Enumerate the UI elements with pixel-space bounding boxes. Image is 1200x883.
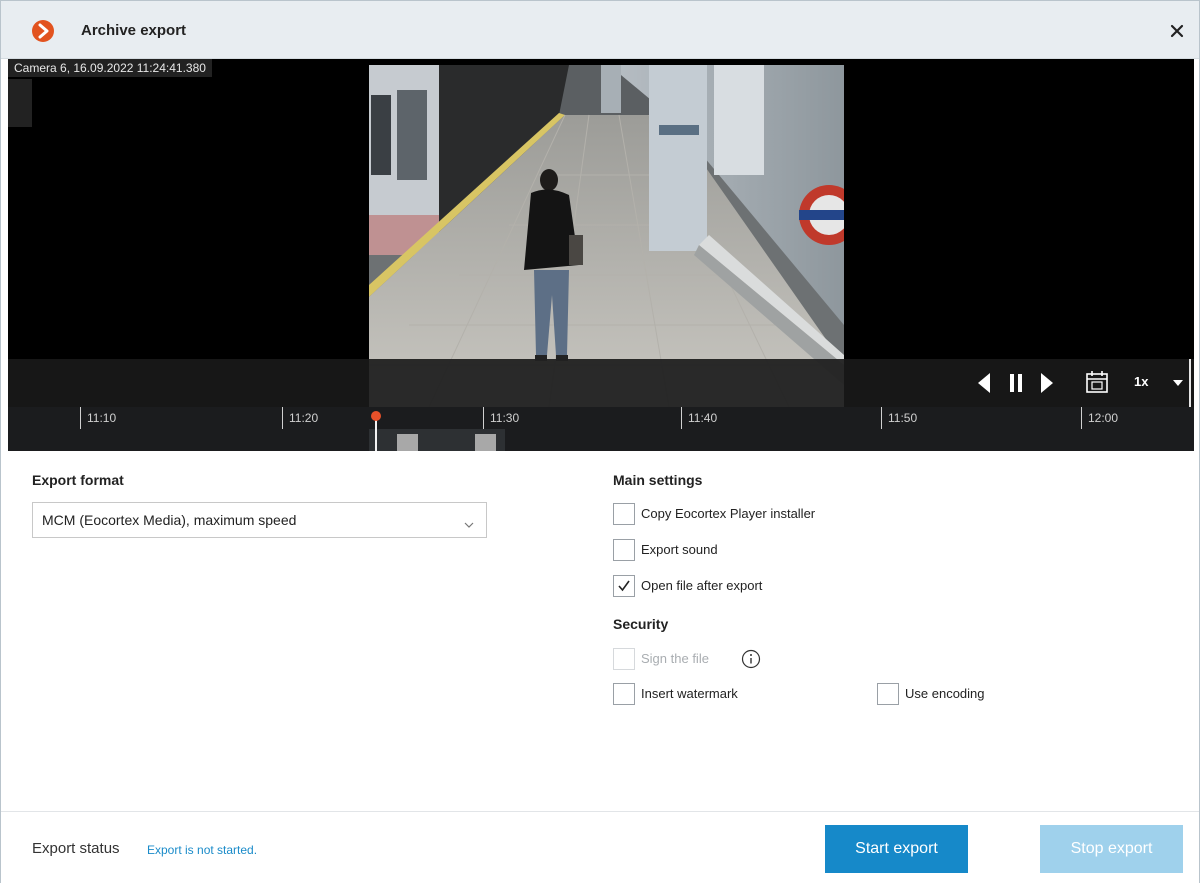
recording-block [397,434,418,451]
security-heading: Security [613,616,669,632]
export-format-value: MCM (Eocortex Media), maximum speed [42,512,297,528]
timeline-tick: 11:20 [282,407,318,429]
title-bar: Archive export [1,1,1199,59]
chevron-down-icon[interactable] [1171,376,1185,388]
export-format-heading: Export format [32,472,124,488]
checkbox-label: Export sound [641,542,718,557]
step-forward-icon[interactable] [1039,371,1055,395]
checkbox-label: Sign the file [641,651,709,666]
camera-label: Camera 6, 16.09.2022 11:24:41.380 [8,59,212,77]
timeline-tick: 11:50 [881,407,917,429]
pause-icon[interactable] [1006,371,1026,395]
insert-watermark-checkbox[interactable] [613,683,635,705]
video-player[interactable]: Camera 6, 16.09.2022 11:24:41.380 1x 11:… [8,59,1194,451]
export-sound-option[interactable]: Export sound [613,539,763,561]
stop-export-button: Stop export [1040,825,1183,873]
open-file-after-export-option[interactable]: Open file after export [613,575,813,597]
timeline-tick: 11:30 [483,407,519,429]
timeline[interactable]: 11:10 11:20 11:30 11:40 11:50 12:00 [8,407,1194,451]
checkbox-label: Insert watermark [641,686,738,701]
timeline-tick: 11:10 [80,407,116,429]
timeline-tick: 12:00 [1081,407,1118,429]
close-icon[interactable] [1165,19,1189,43]
footer: Export status Export is not started. Sta… [1,811,1199,883]
camera-frame [369,65,844,407]
use-encoding-checkbox[interactable] [877,683,899,705]
calendar-icon[interactable] [1084,369,1110,395]
timeline-scale: 11:10 11:20 11:30 11:40 11:50 12:00 [8,407,1194,429]
recording-block [475,434,496,451]
checkmark-icon [618,580,630,592]
window-title: Archive export [81,22,187,39]
playhead-handle[interactable] [371,411,381,421]
sign-file-checkbox [613,648,635,670]
export-sound-checkbox[interactable] [613,539,635,561]
checkbox-label: Open file after export [641,578,763,593]
open-file-after-export-checkbox[interactable] [613,575,635,597]
export-format-select[interactable]: MCM (Eocortex Media), maximum speed [32,502,487,538]
controls-divider [1189,359,1191,407]
step-back-icon[interactable] [976,371,992,395]
archive-export-window: Archive export Camera 6, 16.09.2022 11:2… [0,0,1200,883]
insert-watermark-option[interactable]: Insert watermark [613,683,773,705]
export-status-value: Export is not started. [147,843,258,857]
info-icon[interactable] [741,649,761,669]
timeline-tick: 11:40 [681,407,717,429]
controls-overlay [369,359,844,407]
use-encoding-option[interactable]: Use encoding [877,683,1007,705]
copy-player-installer-option[interactable]: Copy Eocortex Player installer [613,503,853,525]
main-settings-heading: Main settings [613,472,703,488]
app-logo-icon [32,20,54,42]
chevron-down-icon [464,516,474,534]
copy-player-installer-checkbox[interactable] [613,503,635,525]
sign-file-option: Sign the file [613,648,733,670]
export-status-label: Export status [32,840,120,857]
checkbox-label: Use encoding [905,686,985,701]
camera-label-background [8,79,32,127]
playback-speed[interactable]: 1x [1134,374,1148,389]
start-export-button[interactable]: Start export [825,825,968,873]
checkbox-label: Copy Eocortex Player installer [641,506,816,521]
